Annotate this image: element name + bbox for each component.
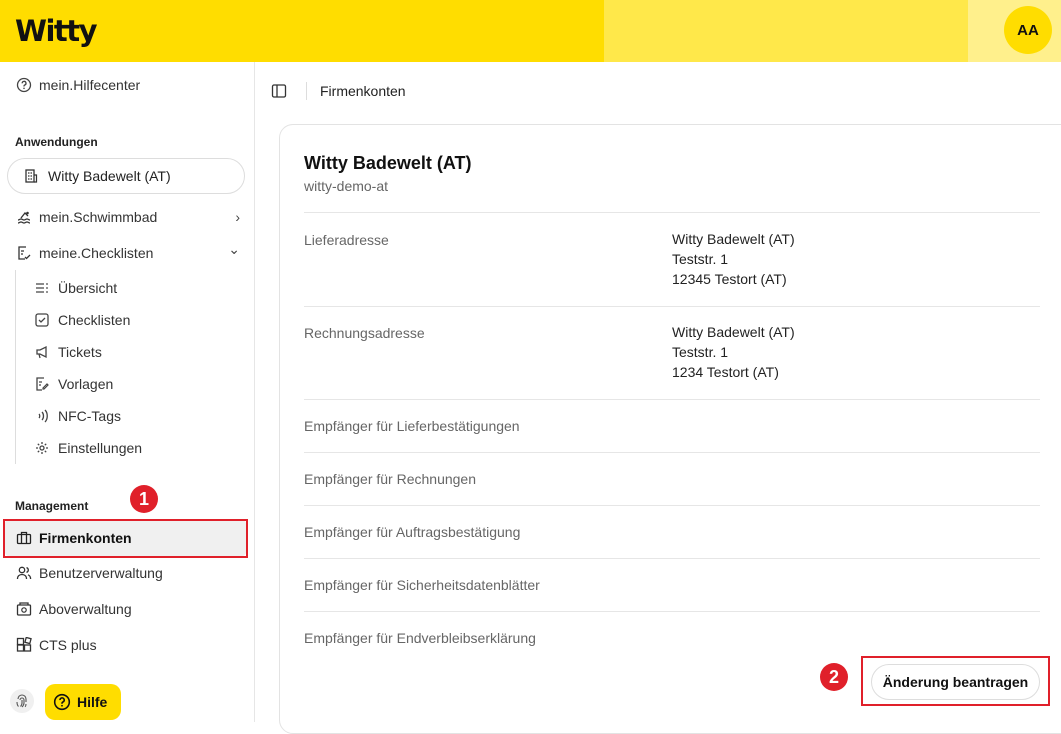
recipient-label: Empfänger für Auftragsbestätigung	[304, 524, 521, 540]
nfc-icon	[34, 408, 50, 424]
billing-address-value: Witty Badewelt (AT) Teststr. 1 1234 Test…	[672, 322, 795, 382]
divider	[304, 452, 1040, 453]
subscription-icon	[15, 600, 33, 618]
billing-line: 1234 Testort (AT)	[672, 364, 779, 380]
gear-icon	[34, 440, 50, 456]
annotation-marker-2: 2	[820, 663, 848, 691]
sidebar-item-cts-plus[interactable]: CTS plus	[15, 636, 97, 654]
sidebar-subitem-label: Übersicht	[58, 280, 118, 296]
checkbox-icon	[34, 312, 50, 328]
sidebar-item-aboverwaltung[interactable]: Aboverwaltung	[15, 600, 132, 618]
delivery-line: Witty Badewelt (AT)	[672, 231, 795, 247]
divider	[304, 212, 1040, 213]
blocks-icon	[15, 636, 33, 654]
app-selector[interactable]: Witty Badewelt (AT)	[7, 158, 245, 194]
sidebar-item-label: mein.Schwimmbad	[39, 209, 158, 225]
building-icon	[22, 167, 40, 185]
sidebar-subitem-label: Tickets	[58, 344, 102, 360]
breadcrumb-current: Firmenkonten	[320, 83, 406, 99]
delivery-line: 12345 Testort (AT)	[672, 271, 787, 287]
divider	[304, 399, 1040, 400]
sidebar-subitem-einstellungen[interactable]: Einstellungen	[34, 440, 142, 456]
management-section-label: Management	[15, 499, 89, 513]
sidebar-item-label: meine.Checklisten	[39, 245, 154, 261]
top-bar: Witty AA	[0, 0, 1061, 62]
sidebar-subitem-label: NFC-Tags	[58, 408, 122, 424]
divider	[304, 505, 1040, 506]
annotation-marker-1: 1	[130, 485, 158, 513]
sidebar-item-benutzerverwaltung[interactable]: Benutzerverwaltung	[15, 564, 163, 582]
sidebar-item-label: Benutzerverwaltung	[39, 565, 163, 581]
sidebar-subitem-checklisten[interactable]: Checklisten	[34, 312, 130, 328]
applications-section-label: Anwendungen	[15, 135, 98, 149]
logo[interactable]: Witty	[15, 14, 98, 48]
billing-line: Teststr. 1	[672, 344, 729, 360]
recipient-label: Empfänger für Rechnungen	[304, 471, 476, 487]
delivery-address-value: Witty Badewelt (AT) Teststr. 1 12345 Tes…	[672, 229, 795, 289]
help-button-label: Hilfe	[77, 694, 108, 710]
list-icon	[34, 280, 50, 296]
billing-address-label: Rechnungsadresse	[304, 325, 425, 341]
subnav-line	[15, 270, 16, 464]
account-slug: witty-demo-at	[304, 178, 389, 194]
divider	[304, 611, 1040, 612]
delivery-line: Teststr. 1	[672, 251, 729, 267]
help-circle-icon	[15, 76, 33, 94]
help-center-link[interactable]: mein.Hilfecenter	[15, 76, 140, 94]
highlight-box-2	[861, 656, 1050, 706]
sidebar-subitem-uebersicht[interactable]: Übersicht	[34, 280, 117, 296]
recipient-label: Empfänger für Lieferbestätigungen	[304, 418, 520, 434]
sidebar-subitem-tickets[interactable]: Tickets	[34, 344, 102, 360]
delivery-address-label: Lieferadresse	[304, 232, 389, 248]
chevron-down-icon: ⌄	[228, 241, 240, 257]
sidebar-subitem-label: Checklisten	[58, 312, 131, 328]
sidebar-subitem-label: Vorlagen	[58, 376, 114, 392]
sidebar-item-label: Aboverwaltung	[39, 601, 132, 617]
help-circle-icon	[53, 693, 71, 711]
divider	[304, 306, 1040, 307]
top-bar-middle	[604, 0, 968, 62]
sidebar-item-checklisten[interactable]: meine.Checklisten ⌄	[15, 241, 240, 262]
sidebar-item-schwimmbad[interactable]: mein.Schwimmbad ›	[15, 208, 240, 226]
template-icon	[34, 376, 50, 392]
recipient-label: Empfänger für Sicherheitsdatenblätter	[304, 577, 540, 593]
sidebar-item-label: CTS plus	[39, 637, 97, 653]
billing-line: Witty Badewelt (AT)	[672, 324, 795, 340]
breadcrumb-separator	[306, 82, 307, 100]
chevron-right-icon: ›	[235, 209, 240, 225]
pool-icon	[15, 208, 33, 226]
sidebar-subitem-nfc[interactable]: NFC-Tags	[34, 408, 121, 424]
users-icon	[15, 564, 33, 582]
megaphone-icon	[34, 344, 50, 360]
sidebar-subitem-label: Einstellungen	[58, 440, 143, 456]
checklist-icon	[15, 244, 33, 262]
app-selector-label: Witty Badewelt (AT)	[48, 168, 171, 184]
recipient-label: Empfänger für Endverbleibserklärung	[304, 630, 536, 646]
account-name: Witty Badewelt (AT)	[304, 153, 472, 173]
avatar[interactable]: AA	[1004, 6, 1052, 54]
divider	[304, 558, 1040, 559]
help-button[interactable]: Hilfe	[45, 684, 121, 720]
help-center-label: mein.Hilfecenter	[39, 77, 141, 93]
fingerprint-icon[interactable]	[10, 689, 34, 713]
sidebar-toggle-icon[interactable]	[271, 83, 287, 99]
sidebar-subitem-vorlagen[interactable]: Vorlagen	[34, 376, 113, 392]
highlight-box-1	[3, 519, 248, 558]
